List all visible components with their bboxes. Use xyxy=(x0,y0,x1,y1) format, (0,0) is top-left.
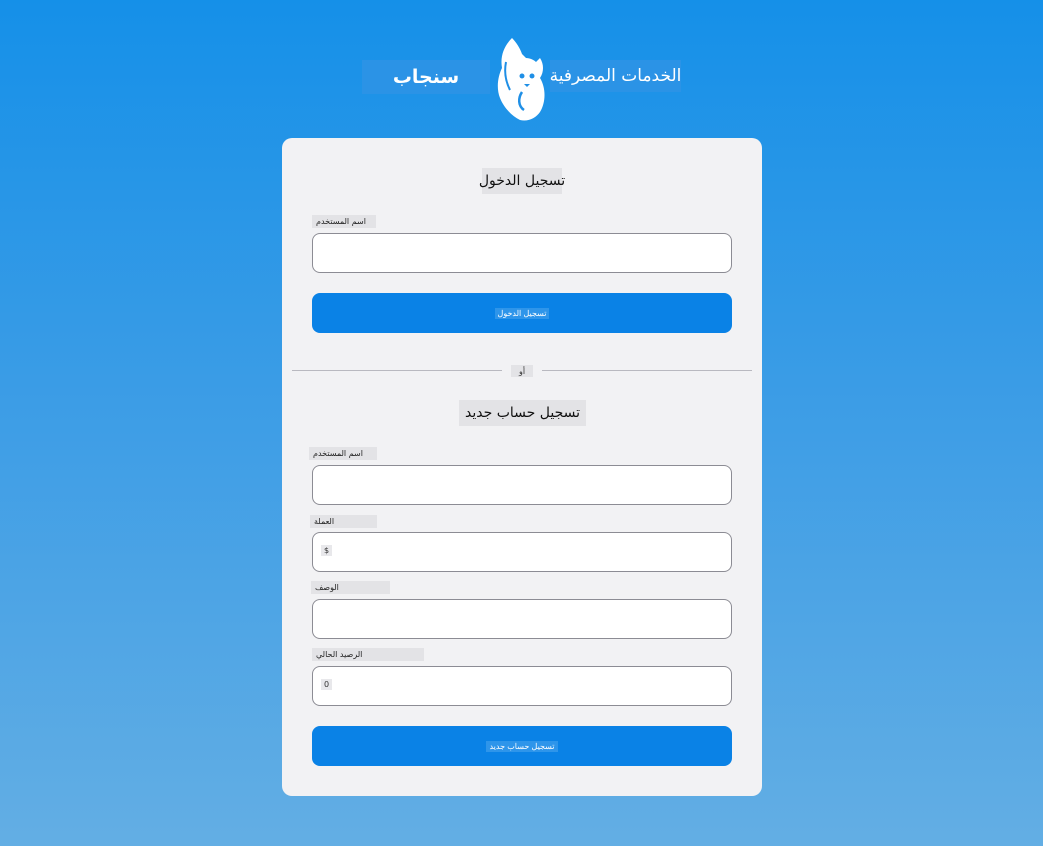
description-input[interactable] xyxy=(312,599,732,639)
squirrel-icon xyxy=(497,38,545,121)
balance-input[interactable]: 0 xyxy=(312,666,732,706)
login-username-label: اسم المستخدم xyxy=(312,215,376,228)
currency-value: $ xyxy=(321,545,333,556)
register-username-input[interactable] xyxy=(312,465,732,505)
currency-label: العملة xyxy=(310,515,377,528)
balance-label: الرصيد الحالي xyxy=(312,648,424,661)
balance-value: 0 xyxy=(321,679,333,690)
brand-tagline: الخدمات المصرفية xyxy=(550,60,681,92)
divider-text: أو xyxy=(511,365,533,377)
header: سنجاب الخدمات المصرفية xyxy=(0,36,1043,122)
divider-line-left xyxy=(292,370,502,371)
login-button[interactable]: تسجيل الدخول xyxy=(312,293,732,333)
description-label: الوصف xyxy=(311,581,390,594)
divider-line-right xyxy=(542,370,752,371)
login-button-label: تسجيل الدخول xyxy=(494,307,550,319)
register-button[interactable]: تسجيل حساب جديد xyxy=(312,726,732,766)
currency-input[interactable]: $ xyxy=(312,532,732,572)
register-username-label: اسم المستخدم xyxy=(309,447,377,460)
brand-name: سنجاب xyxy=(362,60,490,94)
login-username-input[interactable] xyxy=(312,233,732,273)
register-button-label: تسجيل حساب جديد xyxy=(486,740,558,752)
auth-card: تسجيل الدخول اسم المستخدم تسجيل الدخول أ… xyxy=(282,138,762,796)
login-title: تسجيل الدخول xyxy=(479,168,565,194)
register-title: تسجيل حساب جديد xyxy=(459,400,586,426)
